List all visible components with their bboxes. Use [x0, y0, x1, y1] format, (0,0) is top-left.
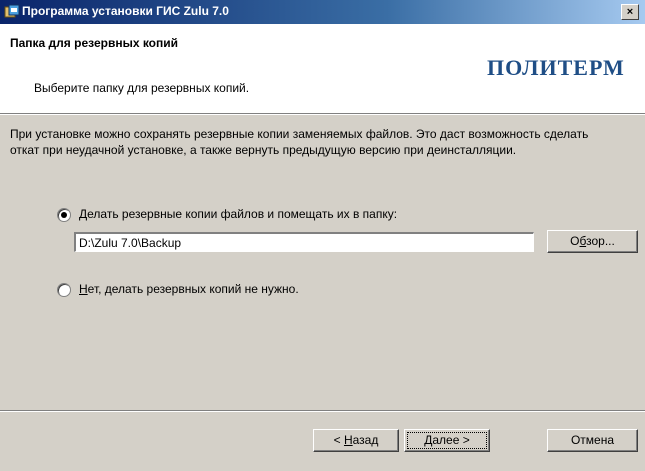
footer-divider — [0, 410, 645, 412]
backup-option-hotkey: Д — [79, 207, 88, 221]
radio-selected-dot — [61, 212, 67, 218]
browse-label-post: зор... — [586, 234, 615, 248]
backup-path-input[interactable] — [74, 232, 534, 252]
backup-radio[interactable] — [57, 208, 71, 222]
window-title: Программа установки ГИС Zulu 7.0 — [22, 4, 229, 18]
backup-description: При установке можно сохранять резервные … — [10, 127, 589, 157]
title-bar[interactable]: Программа установки ГИС Zulu 7.0 × — [0, 0, 645, 24]
close-button[interactable]: × — [621, 4, 639, 20]
next-label-post: алее > — [432, 433, 470, 447]
no-backup-option-text: ет, делать резервных копий не нужно. — [87, 282, 299, 296]
cancel-button[interactable]: Отмена — [547, 429, 638, 452]
backup-option-label[interactable]: Делать резервные копии файлов и помещать… — [79, 207, 397, 221]
no-backup-radio[interactable] — [57, 283, 71, 297]
header-divider — [0, 113, 645, 115]
close-icon: × — [626, 6, 634, 18]
no-backup-option-label[interactable]: Нет, делать резервных копий не нужно. — [79, 282, 299, 296]
browse-label-pre: О — [570, 234, 580, 248]
back-label-post: азад — [352, 433, 379, 447]
installer-app-icon — [4, 4, 20, 18]
page-title: Папка для резервных копий — [10, 36, 179, 50]
installer-window: Программа установки ГИС Zulu 7.0 × Папка… — [0, 0, 645, 471]
wizard-header: Папка для резервных копий Выберите папку… — [0, 24, 645, 113]
no-backup-option-hotkey: Н — [79, 282, 88, 296]
page-subtitle: Выберите папку для резервных копий. — [34, 81, 250, 95]
back-label-pre: < — [333, 433, 344, 447]
backup-option-text: елать резервные копии файлов и помещать … — [87, 207, 398, 221]
back-button[interactable]: < Назад — [313, 429, 399, 452]
next-button[interactable]: Далее > — [404, 429, 490, 452]
politerm-logo: ПОЛИТЕРМ — [487, 55, 625, 80]
back-label-hotkey: Н — [343, 433, 353, 447]
browse-button[interactable]: Обзор... — [547, 230, 638, 253]
